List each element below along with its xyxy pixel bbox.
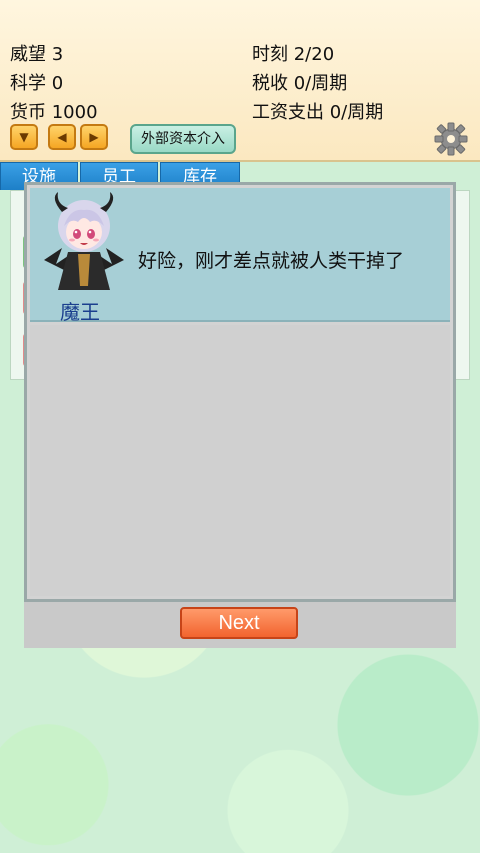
- left-arrow-button[interactable]: ◀: [48, 124, 76, 150]
- next-button[interactable]: Next: [180, 607, 298, 639]
- right-arrow-button[interactable]: ▶: [80, 124, 108, 150]
- demon-king-avatar: [44, 192, 124, 290]
- speaker-panel: 魔王 好险，刚才差点就被人类干掉了: [30, 188, 450, 324]
- status-header: 威望 3 科学 0 货币 1000 时刻 2/20 税收 0/周期 工资支出 0…: [0, 0, 480, 162]
- dialog-footer: Next: [24, 602, 456, 648]
- external-capital-button[interactable]: 外部资本介入: [130, 124, 236, 154]
- speaker-name: 魔王: [60, 300, 100, 324]
- dialog-body: [30, 325, 450, 596]
- reputation-stat: 威望 3: [10, 44, 64, 65]
- down-arrow-button[interactable]: ▼: [10, 124, 38, 150]
- tax-stat: 税收 0/周期: [252, 73, 348, 94]
- time-stat: 时刻 2/20: [252, 44, 335, 65]
- science-stat: 科学 0: [10, 73, 64, 94]
- chevron-down-icon: ▼: [19, 130, 29, 144]
- chevron-left-icon: ◀: [57, 130, 67, 144]
- dialog-text: 好险，刚才差点就被人类干掉了: [138, 250, 405, 272]
- gear-icon[interactable]: [434, 122, 468, 156]
- dialog-box: 魔王 好险，刚才差点就被人类干掉了: [24, 182, 456, 602]
- currency-stat: 货币 1000: [10, 102, 98, 123]
- chevron-right-icon: ▶: [89, 130, 99, 144]
- wages-stat: 工资支出 0/周期: [252, 102, 384, 123]
